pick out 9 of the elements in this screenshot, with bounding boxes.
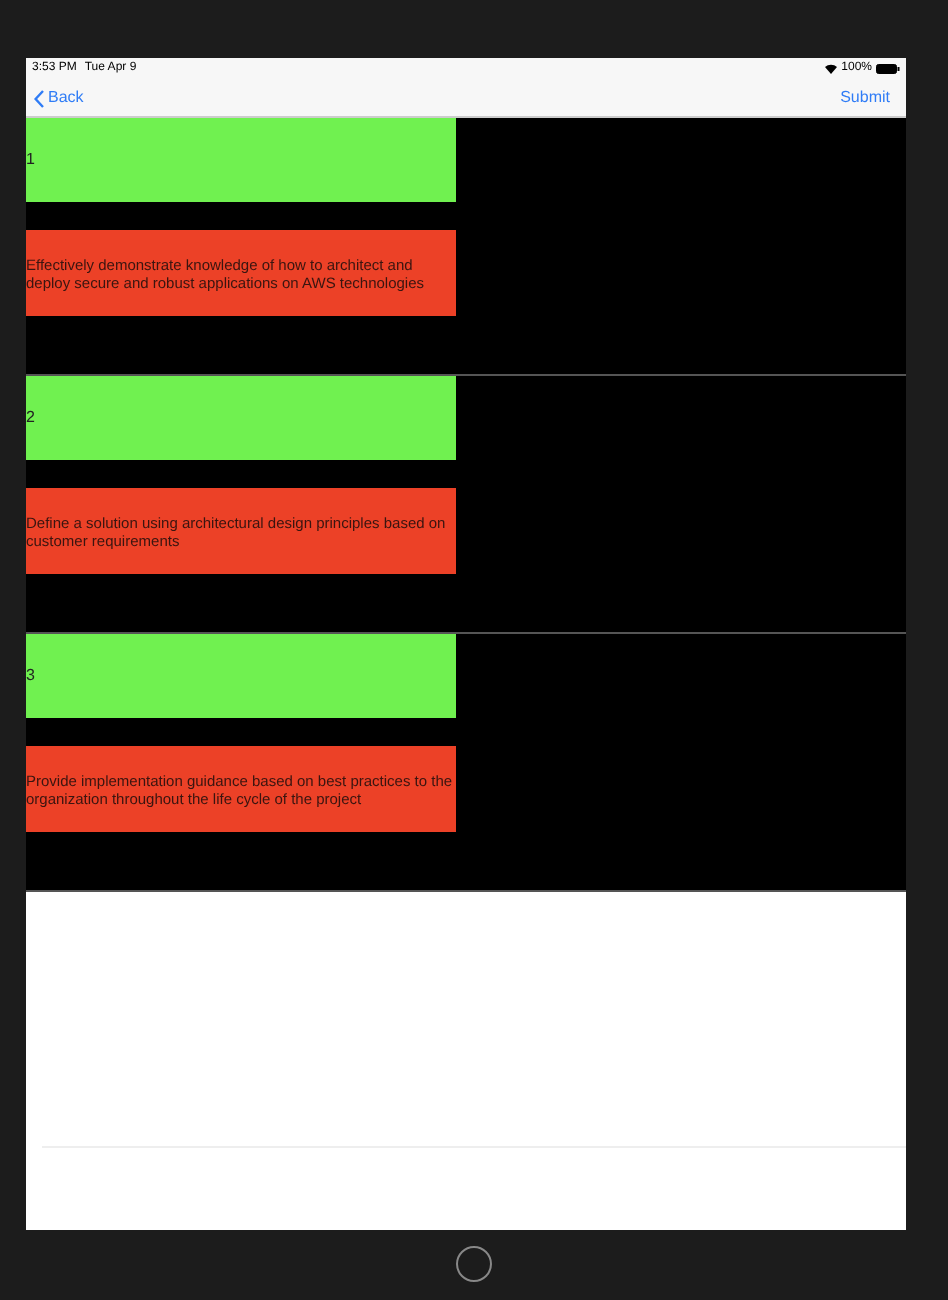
objective-number: 1 xyxy=(26,148,35,172)
objective-number: 3 xyxy=(26,664,35,688)
submit-button[interactable]: Submit xyxy=(840,86,890,110)
wifi-icon xyxy=(823,64,838,74)
battery-icon xyxy=(876,64,900,74)
objective-number: 2 xyxy=(26,406,35,430)
back-button[interactable]: Back xyxy=(34,86,84,110)
home-button[interactable] xyxy=(456,1246,492,1282)
chevron-left-icon xyxy=(34,89,44,107)
